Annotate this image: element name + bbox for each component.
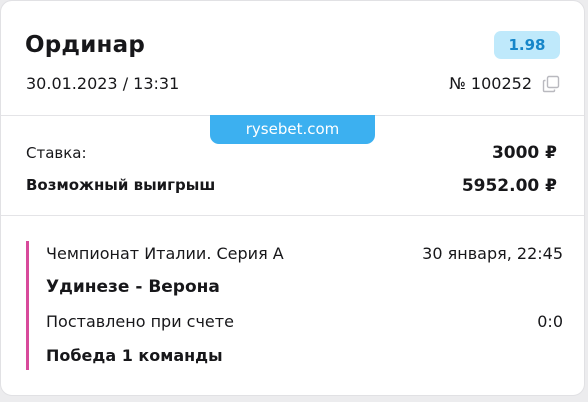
coefficient-badge: 1.98	[494, 31, 560, 59]
match-name: Удинезе - Верона	[46, 277, 220, 297]
score-value: 0:0	[537, 312, 563, 331]
copy-icon[interactable]	[542, 75, 560, 93]
winnings-label: Возможный выигрыш	[26, 176, 216, 194]
watermark-badge: rysebet.com	[210, 115, 375, 144]
winnings-value: 5952.00 ₽	[461, 176, 557, 196]
bet-card: Ординар 1.98 30.01.2023 / 13:31 № 100252…	[0, 0, 585, 396]
stake-label: Ставка:	[26, 144, 87, 162]
ticket-number: № 100252	[449, 74, 532, 93]
league-name: Чемпионат Италии. Серия А	[46, 244, 284, 263]
outcome: Победа 1 команды	[46, 346, 223, 365]
bet-datetime: 30.01.2023 / 13:31	[26, 74, 180, 93]
stake-value: 3000 ₽	[491, 143, 557, 163]
event-block: Чемпионат Италии. Серия А 30 января, 22:…	[26, 241, 564, 370]
bet-type-title: Ординар	[25, 32, 145, 58]
divider	[1, 215, 584, 216]
score-label: Поставлено при счете	[46, 312, 234, 331]
event-date: 30 января, 22:45	[422, 244, 563, 263]
